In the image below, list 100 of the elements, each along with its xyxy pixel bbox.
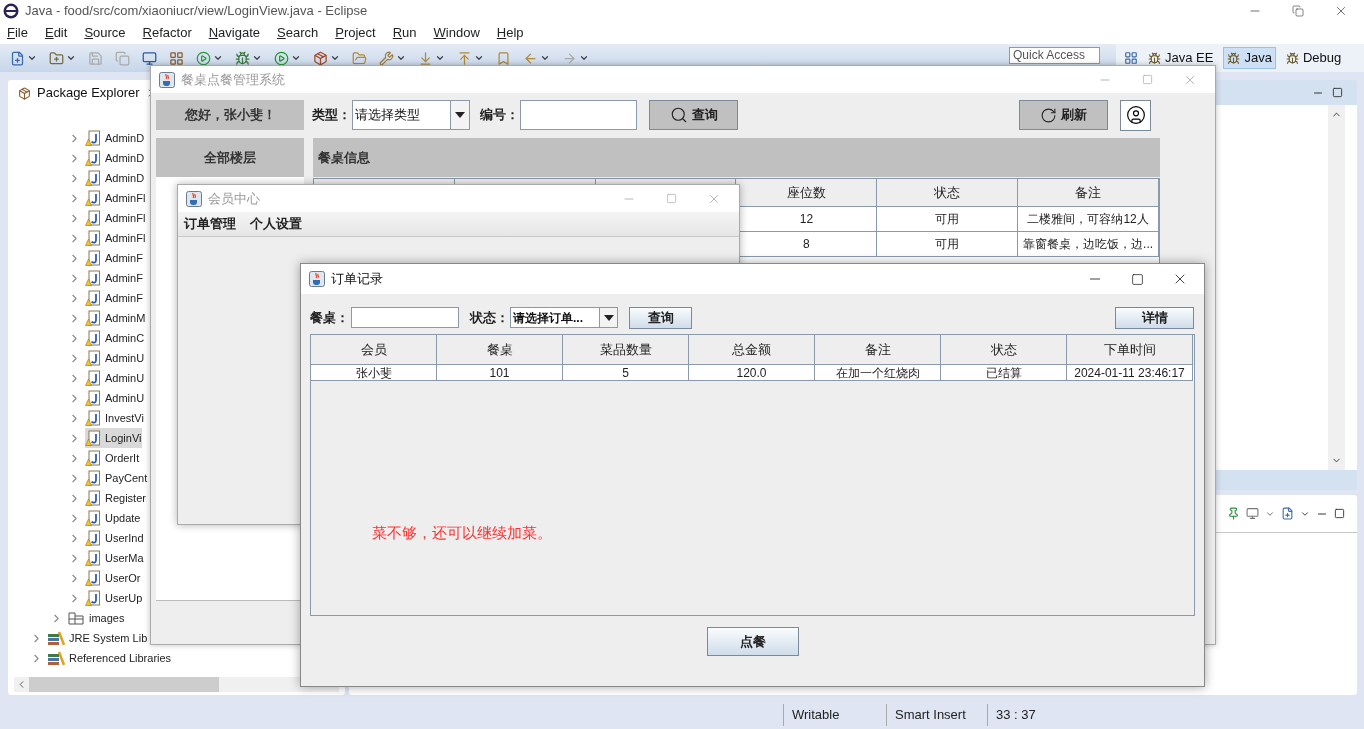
new-window-icon[interactable] (1281, 507, 1294, 520)
window-title: 会员中心 (208, 189, 260, 208)
caret-icon[interactable] (291, 53, 301, 63)
maximize-icon[interactable] (1332, 87, 1343, 98)
eclipse-logo-icon (3, 3, 19, 19)
dropdown-arrow-icon[interactable] (455, 112, 465, 118)
tree-item[interactable]: AdminF (85, 288, 143, 308)
tree-item[interactable]: JRE System Lib (47, 628, 148, 648)
tree-item[interactable]: AdminU (85, 388, 145, 408)
package-icon[interactable] (313, 50, 328, 66)
horizontal-scrollbar[interactable] (14, 677, 339, 692)
type-select[interactable]: 请选择类型 (352, 100, 470, 130)
status-field: 33 : 37 (987, 703, 1077, 726)
tree-item[interactable]: UserInd (85, 528, 144, 548)
tree-item[interactable]: Update (85, 508, 141, 528)
new-file-icon[interactable] (10, 50, 25, 66)
menu-item[interactable]: Refactor (142, 23, 192, 43)
menu-item[interactable]: Window (433, 23, 480, 43)
menu-item[interactable]: Project (335, 23, 376, 43)
caret-icon[interactable] (330, 53, 340, 63)
tree-item[interactable]: AdminM (85, 308, 146, 328)
tree-item[interactable]: OrderIt (85, 448, 140, 468)
menu-item[interactable]: Help (496, 23, 524, 43)
quick-access-field[interactable]: Quick Access (1009, 47, 1100, 64)
monitor-icon[interactable] (1246, 507, 1259, 520)
user-button[interactable] (1120, 99, 1151, 131)
restore-icon[interactable] (1292, 5, 1304, 17)
table-cell: 120.0 (689, 365, 815, 381)
close-icon[interactable] (1334, 4, 1348, 18)
tree-item[interactable]: AdminF (85, 248, 143, 268)
tree-item[interactable]: AdminFl (85, 188, 146, 208)
caret-icon[interactable] (252, 53, 262, 63)
floor-header: 全部楼层 (156, 138, 304, 177)
debug-icon[interactable] (235, 50, 250, 66)
caret-icon[interactable] (213, 53, 223, 63)
tree-item[interactable]: AdminFl (85, 228, 146, 248)
number-field[interactable] (520, 100, 637, 130)
pin-icon[interactable] (1227, 507, 1240, 520)
wrench-icon[interactable] (379, 50, 394, 66)
menu-item[interactable]: File (7, 23, 28, 43)
new-folder-icon[interactable] (49, 50, 64, 66)
caret-icon[interactable] (435, 53, 445, 63)
save-icon[interactable] (88, 50, 103, 66)
search-button[interactable]: 查询 (649, 100, 738, 130)
menu-item[interactable]: Run (392, 23, 417, 43)
tree-item[interactable]: AdminD (85, 128, 145, 148)
tree-item[interactable]: UserUp (85, 588, 143, 608)
tree-item[interactable]: AdminFl (85, 208, 146, 228)
save-all-icon[interactable] (115, 50, 130, 66)
caret-icon[interactable] (474, 53, 484, 63)
tree-item[interactable]: Referenced Libraries (47, 648, 172, 668)
status-field: Smart Insert (886, 703, 987, 726)
table-cell: 2024-01-11 23:46:17 (1067, 365, 1193, 381)
caret-icon[interactable] (66, 53, 76, 63)
details-button[interactable]: 详情 (1115, 306, 1194, 329)
open-perspective-icon[interactable] (1124, 51, 1138, 65)
search-button[interactable]: 查询 (629, 306, 692, 329)
java-file-icon (85, 290, 101, 306)
open-folder-icon[interactable] (352, 50, 367, 66)
tree-item[interactable]: AdminU (85, 368, 145, 388)
refresh-button[interactable]: 刷新 (1019, 100, 1108, 130)
perspective-tab[interactable]: Java EE (1144, 47, 1218, 69)
caret-icon[interactable] (540, 53, 550, 63)
tree-item[interactable]: AdminC (85, 328, 145, 348)
caret-icon[interactable] (579, 53, 589, 63)
menu-item[interactable]: Source (84, 23, 126, 43)
table-field[interactable] (351, 307, 459, 328)
vertical-scrollbar[interactable] (1328, 105, 1345, 470)
tree-item[interactable]: images (67, 608, 125, 628)
maximize-icon[interactable] (1334, 508, 1345, 519)
tree-item[interactable]: AdminF (85, 268, 143, 288)
tree-item[interactable]: Register (85, 488, 146, 508)
bookmark-icon[interactable] (496, 50, 511, 66)
dropdown-arrow-icon[interactable] (603, 314, 614, 321)
monitor-icon[interactable] (142, 50, 157, 66)
status-select[interactable]: 请选择订单... (510, 307, 618, 328)
perspective-tab[interactable]: Debug (1281, 47, 1346, 69)
menu-item[interactable]: 订单管理 (184, 214, 236, 234)
perspective-icon (1285, 51, 1299, 65)
tree-item[interactable]: UserMa (85, 548, 144, 568)
tree-item[interactable]: AdminD (85, 148, 145, 168)
run-icon[interactable] (274, 50, 289, 66)
order-button[interactable]: 点餐 (707, 627, 799, 656)
tree-item[interactable]: InvestVi (85, 408, 144, 428)
menu-item[interactable]: Search (277, 23, 319, 43)
caret-icon[interactable] (396, 53, 406, 63)
tree-item[interactable]: LoginVi (85, 428, 142, 448)
grid-icon[interactable] (169, 50, 184, 66)
tree-item[interactable]: UserOr (85, 568, 141, 588)
caret-icon[interactable] (27, 53, 37, 63)
view-tab[interactable]: Package Explorer (37, 83, 140, 103)
menu-item[interactable]: Navigate (208, 23, 261, 43)
maximize-icon[interactable] (1131, 272, 1144, 286)
java-file-icon (85, 410, 101, 426)
tree-item[interactable]: AdminD (85, 168, 145, 188)
menu-item[interactable]: Edit (44, 23, 68, 43)
perspective-tab[interactable]: Java (1223, 47, 1276, 69)
menu-item[interactable]: 个人设置 (250, 214, 302, 234)
tree-item[interactable]: AdminU (85, 348, 145, 368)
tree-item[interactable]: PayCent (85, 468, 148, 488)
